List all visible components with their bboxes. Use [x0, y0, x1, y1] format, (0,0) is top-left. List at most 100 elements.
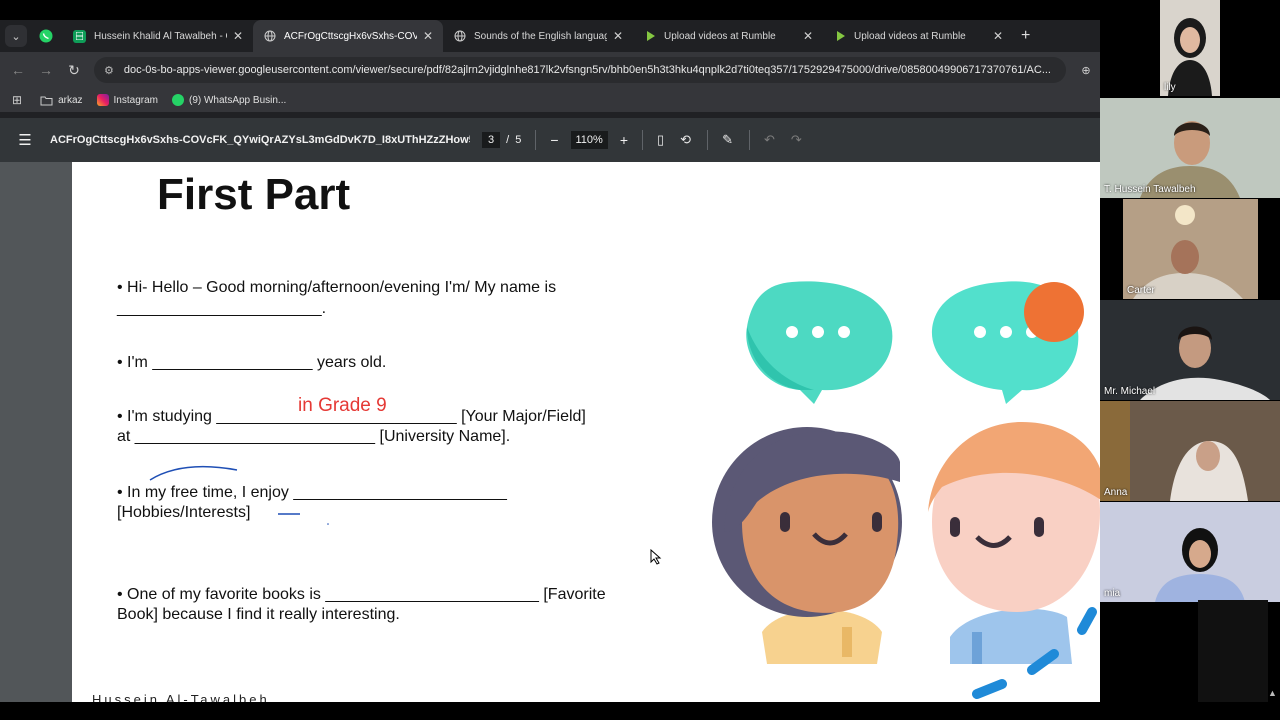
- participant-name: Carter: [1127, 285, 1155, 296]
- undo-icon[interactable]: ↶: [764, 132, 775, 148]
- zoom-in-icon[interactable]: +: [620, 132, 628, 148]
- divider: [707, 130, 709, 150]
- mouse-cursor-icon: [650, 548, 662, 570]
- pdf-title: ACFrOgCttscgHx6vSxhs-COVcFK_QYwiQrAZYsL3…: [50, 134, 470, 146]
- page-total: 5: [515, 134, 522, 146]
- whatsapp-pinned-tab[interactable]: [35, 25, 57, 47]
- scrollbar-track[interactable]: [1198, 600, 1268, 702]
- line-greeting-blank: _______________________.: [117, 300, 327, 317]
- instagram-icon: [96, 94, 109, 106]
- close-icon[interactable]: ✕: [803, 29, 813, 43]
- page-number-input[interactable]: 3: [482, 132, 501, 148]
- close-icon[interactable]: ✕: [233, 29, 243, 43]
- participant-tile-mia[interactable]: mia: [1100, 502, 1280, 602]
- page-separator: /: [506, 134, 510, 146]
- globe-icon: [263, 30, 276, 43]
- close-icon[interactable]: ✕: [613, 29, 623, 43]
- reload-icon[interactable]: ↻: [60, 62, 88, 79]
- tab-rumble-1[interactable]: Upload videos at Rumble ✕: [633, 20, 823, 52]
- participant-name: mia: [1104, 588, 1121, 599]
- bookmark-arkaz[interactable]: arkaz: [40, 94, 83, 106]
- participant-tile-hussein[interactable]: T. Hussein Tawalbeh: [1100, 98, 1280, 198]
- tab-sheet[interactable]: Hussein Khalid Al Tawalbeh - G ✕: [63, 20, 253, 52]
- close-icon[interactable]: ✕: [423, 29, 433, 43]
- bookmark-label: Instagram: [113, 94, 158, 106]
- person-silhouette: [1100, 401, 1280, 501]
- pdf-viewer[interactable]: First Part • Hi- Hello – Good morning/af…: [0, 162, 1197, 702]
- tab-label: Upload videos at Rumble: [854, 30, 966, 42]
- divider: [748, 130, 750, 150]
- zoom-level-input[interactable]: 110%: [570, 131, 608, 149]
- bookmark-instagram[interactable]: Instagram: [96, 94, 158, 106]
- fit-page-icon[interactable]: ▯: [657, 132, 664, 148]
- participant-tile-lily[interactable]: lily: [1160, 0, 1220, 96]
- screen: ⌄ Hussein Khalid Al Tawalbeh - G ✕ ACFrO…: [0, 0, 1280, 720]
- zoom-out-icon[interactable]: −: [550, 132, 558, 148]
- back-icon[interactable]: ←: [4, 62, 32, 78]
- line-books: • One of my favorite books is __________…: [117, 586, 606, 603]
- tab-label: ACFrOgCttscgHx6vSxhs-COVcF: [284, 30, 417, 42]
- person-silhouette: [1100, 98, 1280, 198]
- chat-people-illustration: [712, 281, 1104, 699]
- annotate-icon[interactable]: ✎: [722, 132, 733, 148]
- folder-icon: [40, 96, 53, 105]
- line-greeting: • Hi- Hello – Good morning/afternoon/eve…: [117, 279, 557, 296]
- tab-pdf-active[interactable]: ACFrOgCttscgHx6vSxhs-COVcF ✕: [253, 20, 443, 52]
- whatsapp-icon: [171, 94, 184, 106]
- slide-footer: Hussein Al-Tawalbeh: [92, 692, 270, 702]
- person-silhouette: [1100, 300, 1280, 400]
- tab-label: Upload videos at Rumble: [664, 30, 776, 42]
- new-tab-button[interactable]: +: [1021, 27, 1030, 45]
- participant-tile-michael[interactable]: Mr. Michael: [1100, 300, 1280, 400]
- tab-strip: ⌄ Hussein Khalid Al Tawalbeh - G ✕ ACFrO…: [0, 20, 1100, 52]
- close-icon[interactable]: ✕: [993, 29, 1003, 43]
- tab-sounds[interactable]: Sounds of the English language ✕: [443, 20, 633, 52]
- zoom-controls: − 110% +: [550, 131, 628, 149]
- slide-title: First Part: [157, 170, 351, 219]
- participant-name: T. Hussein Tawalbeh: [1104, 184, 1196, 195]
- pen-strokes: [149, 465, 329, 525]
- tab-label: Hussein Khalid Al Tawalbeh - G: [94, 30, 227, 42]
- globe-icon: [453, 30, 466, 43]
- zoom-icon[interactable]: ⊕: [1072, 64, 1100, 77]
- scroll-down-icon[interactable]: ▲: [1268, 688, 1277, 698]
- apps-grid-icon[interactable]: ⊞: [12, 93, 22, 107]
- handwritten-annotation: in Grade 9: [298, 395, 387, 416]
- rumble-icon: [833, 30, 846, 43]
- page-indicator: 3 / 5: [482, 132, 521, 148]
- sheets-icon: [73, 29, 86, 43]
- participant-tile-carter[interactable]: Carter: [1123, 199, 1258, 299]
- participant-name: Anna: [1104, 487, 1128, 498]
- person-silhouette: [1123, 199, 1258, 299]
- top-black-bar: [0, 0, 1280, 20]
- pdf-page: First Part • Hi- Hello – Good morning/af…: [72, 162, 1197, 702]
- line-books-2: Book] because I find it really interesti…: [117, 606, 400, 623]
- bookmark-label: (9) WhatsApp Busin...: [188, 94, 287, 106]
- forward-icon[interactable]: →: [32, 62, 60, 78]
- menu-icon[interactable]: ☰: [0, 131, 50, 149]
- line-age: • I'm __________________ years old.: [117, 354, 387, 371]
- bookmark-whatsapp[interactable]: (9) WhatsApp Busin...: [171, 94, 287, 106]
- tab-label: Sounds of the English language: [474, 30, 607, 42]
- participant-name: Mr. Michael: [1104, 386, 1156, 397]
- rumble-icon: [643, 30, 656, 43]
- participant-tile-anna[interactable]: Anna: [1100, 401, 1280, 501]
- whatsapp-icon: [39, 29, 53, 43]
- bookmark-label: arkaz: [58, 94, 83, 106]
- tab-rumble-2[interactable]: Upload videos at Rumble ✕: [823, 20, 1013, 52]
- site-settings-icon[interactable]: ⚙: [104, 64, 114, 77]
- url-text: doc-0s-bo-apps-viewer.googleusercontent.…: [123, 64, 1051, 76]
- divider: [642, 130, 644, 150]
- video-participants-panel: lily T. Hussein Tawalbeh Carter Mr. Mich…: [1100, 0, 1280, 702]
- bookmarks-bar: ⊞ arkaz Instagram (9) WhatsApp Busin...: [0, 88, 1100, 112]
- pdf-toolbar: ☰ ACFrOgCttscgHx6vSxhs-COVcFK_QYwiQrAZYs…: [0, 118, 1100, 162]
- line-university: at ___________________________ [Universi…: [117, 428, 511, 445]
- rotate-icon[interactable]: ⟲: [680, 132, 691, 148]
- divider: [535, 130, 537, 150]
- tab-search-button[interactable]: ⌄: [5, 25, 27, 47]
- url-field[interactable]: ⚙ doc-0s-bo-apps-viewer.googleuserconten…: [94, 57, 1066, 83]
- person-silhouette: [1100, 502, 1280, 602]
- bottom-black-bar: [0, 702, 1280, 720]
- redo-icon[interactable]: ↷: [791, 132, 802, 148]
- participant-name: lily: [1164, 82, 1176, 93]
